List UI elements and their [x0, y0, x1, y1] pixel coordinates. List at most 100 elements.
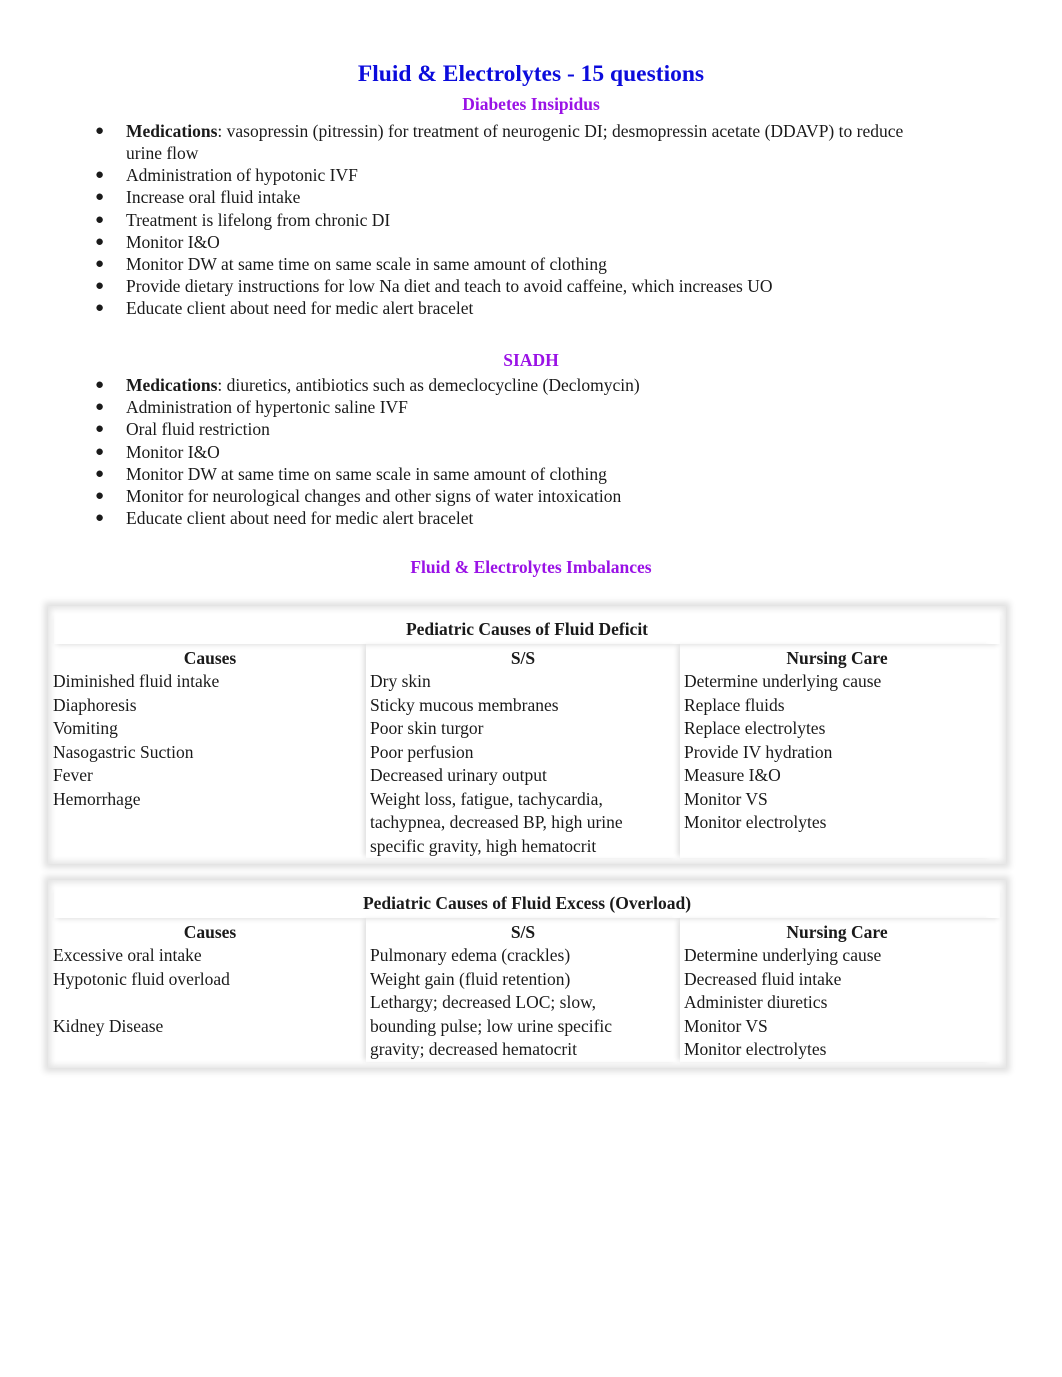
table-cell: Diaphoresis	[53, 694, 137, 715]
table-cell: Monitor electrolytes	[684, 812, 827, 832]
item-text: : diuretics, antibiotics such as demeclo…	[217, 375, 640, 395]
table-cell: Decreased urinary output	[370, 765, 547, 785]
table-column-signs-symptoms: S/S Pulmonary edema (crackles) Weight ga…	[366, 918, 680, 1062]
table-cell	[53, 811, 366, 835]
item-bold-label: Medications	[126, 375, 218, 395]
bullet-icon: ●	[95, 399, 105, 416]
list-item: ● Treatment is lifelong from chronic DI	[0, 209, 1000, 231]
item-text: Administration of hypertonic saline IVF	[126, 397, 408, 418]
bullet-icon: ●	[95, 211, 105, 228]
table-cell: Replace fluids	[684, 694, 785, 715]
diabetes-insipidus-list: ● Medications: vasopressin (pitressin) fo…	[0, 120, 1000, 320]
column-header: S/S	[510, 648, 536, 668]
table-cell: gravity; decreased hematocrit	[370, 1039, 577, 1059]
item-text: Monitor DW at same time on same scale in…	[126, 253, 607, 274]
fluid-excess-table: Pediatric Causes of Fluid Excess (Overlo…	[48, 880, 1006, 1068]
item-text: Oral fluid restriction	[126, 419, 270, 440]
bullet-icon: ●	[95, 300, 105, 317]
column-header: Nursing Care	[786, 648, 888, 668]
table-cell: Determine underlying cause	[684, 671, 882, 691]
item-text: Monitor for neurological changes and oth…	[126, 485, 622, 506]
table-cell: Administer diuretics	[684, 992, 828, 1012]
table-cell: Monitor VS	[684, 788, 768, 809]
document-title: Fluid & Electrolytes - 15 questions	[357, 61, 705, 87]
list-item: ● Administration of hypotonic IVF	[0, 164, 1000, 186]
bullet-icon: ●	[95, 278, 105, 295]
item-text: Monitor DW at same time on same scale in…	[126, 463, 607, 484]
item-text: Provide dietary instructions for low Na …	[126, 276, 773, 297]
list-item: ● Provide dietary instructions for low Na…	[0, 275, 1000, 297]
table-title: Pediatric Causes of Fluid Excess (Overlo…	[54, 886, 1000, 918]
list-item: ● Educate client about need for medic ale…	[0, 297, 1000, 319]
table-column-causes: Causes Excessive oral intake Hypotonic f…	[53, 918, 366, 1062]
table-cell: Hemorrhage	[53, 788, 141, 809]
table-title: Pediatric Causes of Fluid Deficit	[54, 612, 1000, 644]
table-cell: Weight loss, fatigue, tachycardia,	[370, 788, 603, 809]
table-column-causes: Causes Diminished fluid intake Diaphores…	[53, 644, 366, 859]
list-item: ● Oral fluid restriction	[0, 418, 1000, 440]
table-cell: Fever	[53, 765, 93, 785]
table-cell: Provide IV hydration	[684, 741, 833, 762]
diabetes-insipidus-heading: Diabetes Insipidus	[462, 94, 600, 114]
table-cell: Excessive oral intake	[53, 945, 202, 965]
bullet-icon: ●	[95, 443, 105, 460]
table-cell: Weight gain (fluid retention)	[370, 968, 571, 989]
table-cell: Monitor electrolytes	[684, 1039, 827, 1059]
siadh-heading: SIADH	[503, 350, 559, 370]
table-column-nursing-care: Nursing Care Determine underlying cause …	[680, 918, 994, 1062]
list-item: ● Monitor DW at same time on same scale i…	[0, 253, 1000, 275]
bullet-icon: ●	[95, 421, 105, 438]
bullet-icon: ●	[95, 233, 105, 250]
table-cell: Replace electrolytes	[684, 718, 826, 738]
column-header: Nursing Care	[786, 922, 888, 942]
table-cell: Sticky mucous membranes	[370, 694, 559, 715]
bullet-icon: ●	[95, 465, 105, 482]
table-cell: bounding pulse; low urine specific	[370, 1015, 613, 1036]
item-text-continuation: urine flow	[126, 143, 199, 163]
table-cell: Poor skin turgor	[370, 718, 484, 738]
bullet-icon: ●	[95, 167, 105, 184]
imbalances-heading: Fluid & Electrolytes Imbalances	[410, 557, 652, 577]
table-cell: Kidney Disease	[53, 1015, 164, 1036]
list-item: ● Educate client about need for medic ale…	[0, 507, 1000, 529]
bullet-icon: ●	[95, 189, 105, 206]
bullet-icon: ●	[95, 255, 105, 272]
table-cell: Monitor VS	[684, 1015, 768, 1036]
item-text: Monitor I&O	[126, 231, 220, 252]
table-cell	[53, 835, 366, 859]
table-cell: Decreased fluid intake	[684, 968, 842, 989]
item-text: Educate client about need for medic aler…	[126, 508, 474, 529]
table-cell: Vomiting	[53, 718, 118, 738]
list-item: ● Monitor I&O	[0, 231, 1000, 253]
fluid-deficit-table: Pediatric Causes of Fluid Deficit Causes…	[48, 606, 1006, 864]
item-text: Administration of hypotonic IVF	[126, 165, 358, 186]
column-header: Causes	[183, 648, 237, 668]
bullet-icon: ●	[95, 487, 105, 504]
bullet-icon: ●	[95, 510, 105, 527]
column-header: Causes	[183, 922, 237, 942]
item-text: Monitor I&O	[126, 441, 220, 462]
item-bold-label: Medications	[126, 121, 218, 141]
item-text: : vasopressin (pitressin) for treatment …	[217, 121, 904, 141]
table-cell: Diminished fluid intake	[53, 671, 220, 691]
list-item: ● Increase oral fluid intake	[0, 186, 1000, 208]
table-cell: Lethargy; decreased LOC; slow,	[370, 992, 596, 1012]
list-item: ● Administration of hypertonic saline IVF	[0, 396, 1000, 418]
bullet-icon: ●	[95, 377, 105, 393]
table-cell: Hypotonic fluid overload	[53, 968, 230, 989]
list-item: ● Monitor DW at same time on same scale i…	[0, 463, 1000, 485]
list-item: ● Monitor for neurological changes and ot…	[0, 485, 1000, 507]
bullet-icon: ●	[95, 123, 105, 139]
list-item: ● Monitor I&O	[0, 441, 1000, 463]
table-cell: Dry skin	[370, 671, 431, 691]
table-cell: specific gravity, high hematocrit	[370, 835, 597, 856]
table-cell	[53, 1038, 366, 1062]
table-column-nursing-care: Nursing Care Determine underlying cause …	[680, 644, 994, 858]
table-column-signs-symptoms: S/S Dry skin Sticky mucous membranes Poo…	[366, 644, 680, 858]
table-cell	[680, 835, 994, 859]
table-cell: Determine underlying cause	[684, 945, 882, 965]
siadh-list: ● Medications: diuretics, antibiotics suc…	[0, 374, 1000, 529]
table-cell: tachypnea, decreased BP, high urine	[370, 812, 623, 832]
column-header: S/S	[510, 922, 536, 942]
list-item: ● Medications: diuretics, antibiotics suc…	[0, 374, 1000, 396]
